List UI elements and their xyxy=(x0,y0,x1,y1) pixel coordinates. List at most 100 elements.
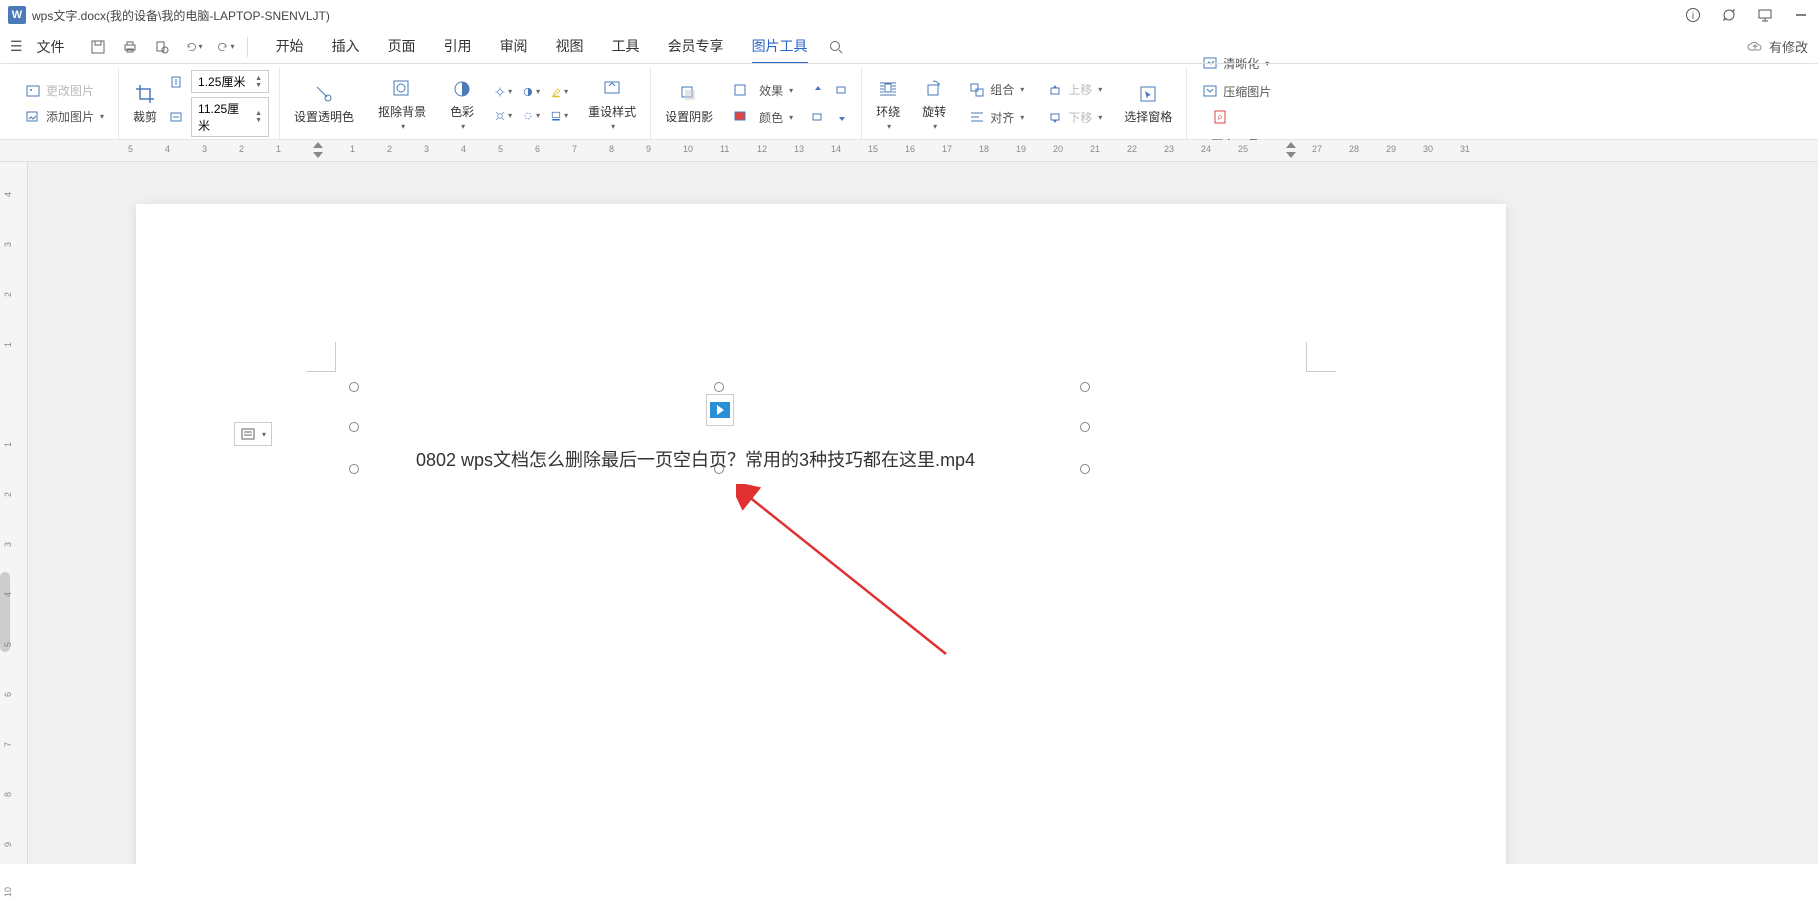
width-value: 11.25厘米 xyxy=(198,100,251,134)
rotate-button[interactable]: 旋转▾ xyxy=(918,75,950,133)
nudge-up-icon[interactable] xyxy=(809,81,827,99)
group-button[interactable]: 组合▾ xyxy=(964,79,1028,101)
search-icon[interactable] xyxy=(828,39,844,55)
selection-handle[interactable] xyxy=(1080,464,1090,474)
nudge-down-icon[interactable] xyxy=(833,108,851,126)
layout-icon xyxy=(240,426,256,442)
cloud-icon xyxy=(1747,39,1763,55)
highlight-icon[interactable]: ▾ xyxy=(550,83,568,101)
video-object[interactable] xyxy=(706,394,734,426)
print-icon[interactable] xyxy=(121,38,139,56)
presentation-icon[interactable] xyxy=(1756,6,1774,24)
save-icon[interactable] xyxy=(89,38,107,56)
border-color-icon[interactable]: ▾ xyxy=(550,107,568,125)
document-canvas[interactable]: 0802 wps文档怎么删除最后一页空白页？常用的3种技巧都在这里.mp4 ▾ xyxy=(28,162,1818,864)
selection-handle[interactable] xyxy=(714,382,724,392)
menubar: ☰ 文件 ▾ ▾ 开始 插入 页面 引用 审阅 视图 工具 会员专享 图片工具 … xyxy=(0,30,1818,64)
file-menu[interactable]: 文件 xyxy=(33,37,69,57)
reset-style-button[interactable]: 重设样式▾ xyxy=(584,75,640,133)
selection-handle[interactable] xyxy=(349,464,359,474)
color2-label: 颜色 xyxy=(759,109,783,126)
print-preview-icon[interactable] xyxy=(153,38,171,56)
rotate-label: 旋转 xyxy=(922,103,946,120)
group-image: 更改图片 添加图片▾ xyxy=(10,68,119,139)
ribbon: 更改图片 添加图片▾ 裁剪 1.25厘米▲▼ 11.25厘米▲▼ xyxy=(0,64,1818,140)
select-pane-icon xyxy=(1136,82,1160,106)
nudge-right-icon[interactable] xyxy=(833,81,851,99)
add-image-icon xyxy=(24,108,42,126)
clarity-icon xyxy=(1201,54,1219,72)
select-pane-button[interactable]: 选择窗格 xyxy=(1120,80,1176,127)
move-down-icon xyxy=(1046,109,1064,127)
shadow-label: 设置阴影 xyxy=(665,108,713,125)
hamburger-icon[interactable]: ☰ xyxy=(10,38,23,55)
minimize-icon[interactable] xyxy=(1792,6,1810,24)
tab-member[interactable]: 会员专享 xyxy=(668,30,724,63)
info-icon[interactable]: i xyxy=(1684,6,1702,24)
ruler-vertical[interactable]: 432112345678910 xyxy=(0,162,28,864)
change-image-label: 更改图片 xyxy=(46,82,94,99)
change-image-button: 更改图片 xyxy=(20,80,108,102)
width-icon xyxy=(167,108,185,126)
scrollbar-thumb[interactable] xyxy=(0,572,10,652)
color2-button[interactable]: 颜色▾ xyxy=(755,107,797,128)
transparent-button[interactable]: 设置透明色 xyxy=(290,80,358,127)
modified-indicator[interactable]: 有修改 xyxy=(1747,37,1808,56)
video-caption[interactable]: 0802 wps文档怎么删除最后一页空白页？常用的3种技巧都在这里.mp4 xyxy=(416,446,975,472)
tab-picture-tools[interactable]: 图片工具 xyxy=(752,30,808,64)
move-down-button: 下移▾ xyxy=(1042,107,1106,129)
selection-handle[interactable] xyxy=(349,382,359,392)
height-value: 1.25厘米 xyxy=(198,73,245,90)
selection-handle[interactable] xyxy=(1080,382,1090,392)
undo-icon[interactable]: ▾ xyxy=(185,38,203,56)
group-arrange: 环绕▾ 旋转▾ 组合▾ 对齐▾ 上移▾ xyxy=(862,68,1187,139)
wrap-button[interactable]: 环绕▾ xyxy=(872,75,904,133)
selection-handle[interactable] xyxy=(349,422,359,432)
add-image-button[interactable]: 添加图片▾ xyxy=(20,106,108,128)
tab-tools[interactable]: 工具 xyxy=(612,30,640,63)
height-input[interactable]: 1.25厘米▲▼ xyxy=(191,70,269,93)
tab-start[interactable]: 开始 xyxy=(276,30,304,63)
width-input[interactable]: 11.25厘米▲▼ xyxy=(191,97,269,137)
clarity-button[interactable]: 清晰化▾ xyxy=(1197,52,1275,74)
ruler-horizontal[interactable]: 5432112345678910111213141516171819202122… xyxy=(0,140,1818,162)
contrast-icon[interactable]: ▾ xyxy=(522,83,540,101)
redo-icon[interactable]: ▾ xyxy=(217,38,235,56)
titlebar-controls: i xyxy=(1684,6,1810,24)
brightness-icon[interactable]: ▾ xyxy=(494,83,512,101)
height-icon xyxy=(167,73,185,91)
nudge-left-icon[interactable] xyxy=(809,108,827,126)
wrap-label: 环绕 xyxy=(876,103,900,120)
convert-pdf-button[interactable]: P xyxy=(1207,106,1275,128)
group-icon xyxy=(968,81,986,99)
clarity-label: 清晰化 xyxy=(1223,55,1259,72)
soften-icon[interactable]: ▾ xyxy=(522,107,540,125)
sync-icon[interactable] xyxy=(1720,6,1738,24)
color-button[interactable]: 色彩▾ xyxy=(446,75,478,133)
svg-text:i: i xyxy=(1692,11,1694,22)
tab-page[interactable]: 页面 xyxy=(388,30,416,63)
tab-reference[interactable]: 引用 xyxy=(444,30,472,63)
tab-view[interactable]: 视图 xyxy=(556,30,584,63)
group-effects: 设置阴影 效果▾ 颜色▾ xyxy=(651,68,862,139)
effect-button[interactable]: 效果▾ xyxy=(755,80,797,101)
titlebar: W wps文字.docx(我的设备\我的电脑-LAPTOP-SNENVLJT) … xyxy=(0,0,1818,30)
fill-color-icon xyxy=(731,108,749,126)
remove-bg-button[interactable]: 抠除背景▾ xyxy=(374,75,430,133)
reset-label: 重设样式 xyxy=(588,103,636,120)
layout-options-button[interactable]: ▾ xyxy=(234,422,272,446)
tab-review[interactable]: 审阅 xyxy=(500,30,528,63)
selection-handle[interactable] xyxy=(1080,422,1090,432)
tab-insert[interactable]: 插入 xyxy=(332,30,360,63)
compress-button[interactable]: 压缩图片 xyxy=(1197,80,1275,102)
shadow-button[interactable]: 设置阴影 xyxy=(661,80,717,127)
sharpen-icon[interactable]: ▾ xyxy=(494,107,512,125)
move-down-label: 下移 xyxy=(1068,109,1092,126)
crop-icon xyxy=(133,82,157,106)
remove-bg-icon xyxy=(390,77,414,101)
chevron-down-icon: ▾ xyxy=(262,430,266,439)
select-pane-label: 选择窗格 xyxy=(1124,108,1172,125)
crop-button[interactable]: 裁剪 xyxy=(129,80,161,127)
align-button[interactable]: 对齐▾ xyxy=(964,107,1028,129)
move-up-icon xyxy=(1046,81,1064,99)
